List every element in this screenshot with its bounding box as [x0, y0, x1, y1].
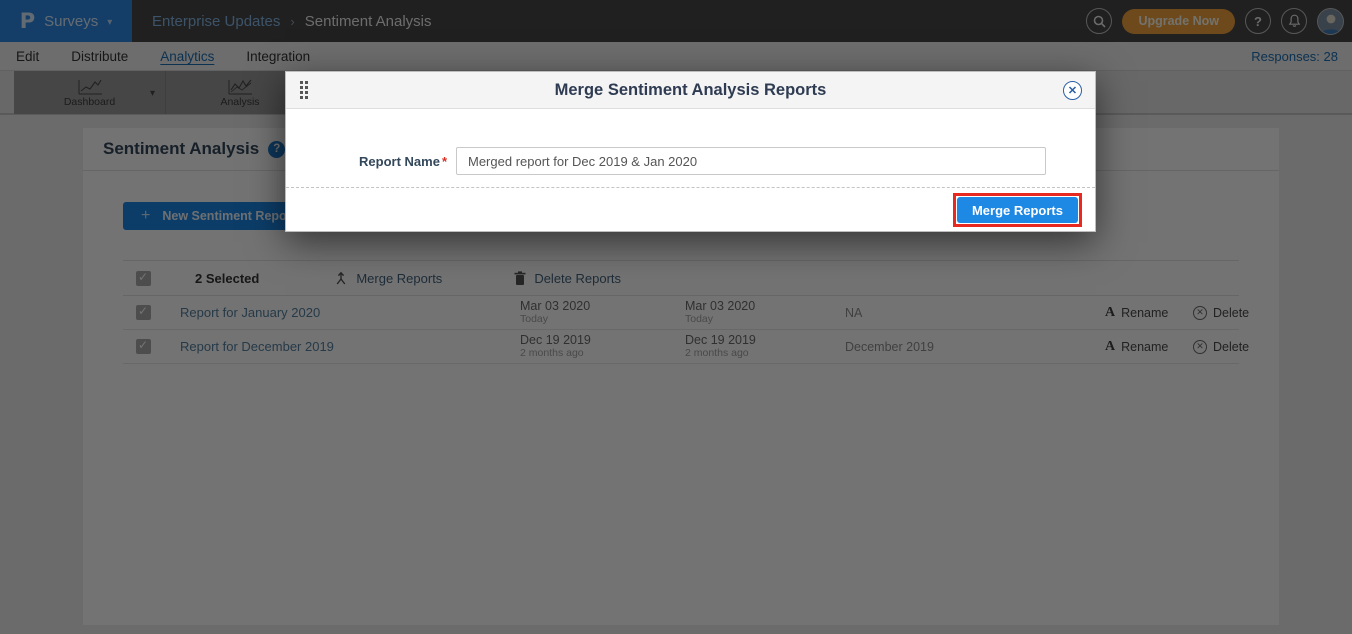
report-name-label: Report Name*	[286, 154, 447, 169]
close-icon[interactable]: ✕	[1063, 81, 1082, 100]
modal-title: Merge Sentiment Analysis Reports	[286, 81, 1095, 100]
app-window: P Surveys ▾ Enterprise Updates › Sentime…	[0, 0, 1352, 634]
annotation-highlight-box: Merge Reports	[953, 193, 1082, 227]
merge-reports-button[interactable]: Merge Reports	[957, 197, 1078, 223]
report-name-input[interactable]	[456, 147, 1046, 175]
required-asterisk: *	[442, 154, 447, 169]
drag-handle-icon[interactable]	[300, 81, 308, 99]
report-name-label-text: Report Name	[359, 154, 440, 169]
modal-footer: Merge Reports	[286, 188, 1095, 227]
modal-header: Merge Sentiment Analysis Reports ✕	[286, 72, 1095, 109]
report-name-row: Report Name*	[286, 147, 1095, 175]
merge-reports-modal: Merge Sentiment Analysis Reports ✕ Repor…	[285, 71, 1096, 232]
